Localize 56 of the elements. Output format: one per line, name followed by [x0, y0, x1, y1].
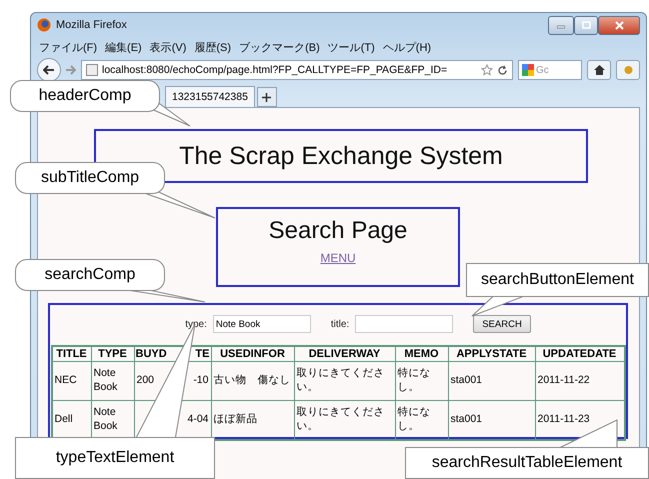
menu-item[interactable]: ブックマーク(B): [239, 40, 320, 54]
table-cell: 取りにきてください。: [294, 400, 395, 440]
title-label: title:: [330, 318, 350, 330]
minimize-button[interactable]: [548, 16, 574, 34]
firefox-logo-icon: [37, 18, 51, 32]
table-cell-text: 200: [136, 374, 154, 388]
window-title: Mozilla Firefox: [56, 19, 127, 31]
new-tab-button[interactable]: [256, 87, 277, 107]
table-cell: 古い物 傷なし: [211, 362, 294, 400]
addon-icon: [622, 65, 634, 75]
menu-link[interactable]: MENU: [320, 251, 356, 265]
table-cell-text: -10: [193, 374, 208, 388]
back-arrow-icon: [43, 65, 55, 75]
address-bar[interactable]: localhost:8080/echoComp/page.html?FP_CALLTYPE=FP_PAGE&FP_ID=: [81, 60, 513, 80]
table-cell-text: TE: [195, 348, 210, 360]
callout-label: subTitleComp: [15, 162, 165, 194]
back-button[interactable]: [37, 58, 61, 82]
table-cell: sta001: [448, 362, 535, 400]
column-header: APPLYSTATE: [448, 346, 535, 362]
table-cell: 取りにきてください。: [294, 362, 395, 400]
search-button[interactable]: SEARCH: [473, 315, 531, 333]
column-header: USEDINFOR: [211, 346, 294, 362]
callout-label: typeTextElement: [15, 437, 215, 479]
google-logo-icon: [522, 64, 534, 76]
menu-item[interactable]: 編集(E): [105, 40, 142, 54]
column-header: UPDATEDATE: [535, 346, 624, 362]
table-cell: sta001: [448, 400, 535, 440]
close-icon: [614, 20, 624, 30]
maximize-icon: [582, 21, 590, 29]
plus-icon: [262, 92, 272, 102]
maximize-button[interactable]: [574, 16, 598, 34]
column-header: TITLE: [52, 346, 91, 362]
table-cell-text: BUYD: [136, 348, 167, 360]
menu-item[interactable]: ヘルプ(H): [382, 40, 432, 54]
title-input-field[interactable]: [355, 315, 454, 333]
house-icon: [594, 65, 604, 75]
menu-item[interactable]: ツール(T): [328, 40, 375, 54]
column-header: DELIVERWAY: [294, 346, 395, 362]
menu-item[interactable]: ファイル(F): [39, 40, 98, 54]
table-cell-text: 4-04: [187, 413, 208, 427]
table-cell: 特になし。: [395, 400, 448, 440]
column-header: MEMO: [395, 346, 448, 362]
star-icon[interactable]: [481, 64, 493, 76]
column-header: TYPE: [91, 346, 134, 362]
table-cell: 特になし。: [395, 362, 448, 400]
close-button[interactable]: [598, 16, 640, 34]
reload-icon[interactable]: [497, 64, 508, 76]
table-cell: Note Book: [91, 362, 134, 400]
browser-tab[interactable]: 1323155742385: [165, 86, 255, 107]
menu-item[interactable]: 履歴(S): [194, 40, 232, 54]
page-icon: [86, 64, 98, 76]
type-input-field[interactable]: Note Book: [212, 315, 311, 333]
page-subtitle: Search Page: [268, 217, 408, 245]
home-button[interactable]: [587, 60, 611, 80]
menu-item[interactable]: 表示(V): [150, 40, 186, 54]
table-cell: NEC: [52, 362, 91, 400]
